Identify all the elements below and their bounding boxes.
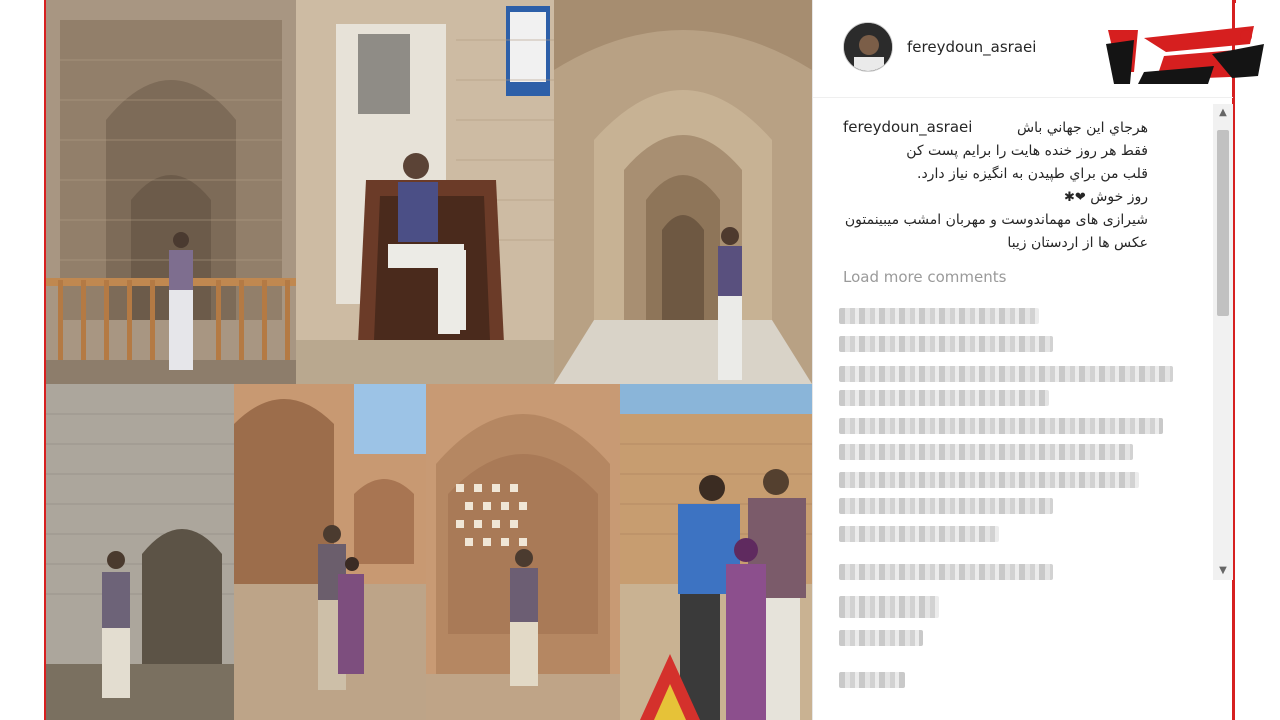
- collage-photo-group[interactable]: [620, 384, 812, 720]
- blurred-comment: [839, 564, 1053, 580]
- collage-photo-lattice-arch[interactable]: [426, 384, 620, 720]
- caption-line-4-text: روز خوش: [1090, 189, 1148, 205]
- handshake-icon: ❤✱: [1064, 190, 1086, 205]
- blurred-comment: [839, 630, 923, 646]
- collage-photo-seated[interactable]: [296, 0, 554, 384]
- caption-line-6: عکس ها از اردستان زيبا: [1007, 235, 1148, 251]
- collage-photo-brick-arch[interactable]: [46, 384, 234, 720]
- caption-line-5: شيرازی های مهماندوست و مهربان امشب ميبين…: [844, 212, 1148, 228]
- blurred-comment: [839, 308, 1039, 324]
- blurred-comment: [839, 418, 1163, 434]
- load-more-comments-link[interactable]: Load more comments: [843, 268, 1006, 286]
- blurred-comment: [839, 390, 1049, 406]
- left-margin: [0, 0, 46, 720]
- collage-photo-courtyard[interactable]: [234, 384, 426, 720]
- collage-photo-mihrab[interactable]: [46, 0, 296, 384]
- username-link[interactable]: fereydoun_asraei: [907, 38, 1036, 56]
- blurred-comment: [839, 672, 905, 688]
- caption-line-3: قلب من براي طپيدن به انگيزه نياز دارد.: [917, 166, 1148, 182]
- scrollbar-thumb[interactable]: [1217, 130, 1229, 316]
- comments-scrollbar[interactable]: ▲ ▼: [1213, 104, 1233, 580]
- blurred-comment: [839, 472, 1139, 488]
- blurred-comment: [839, 526, 999, 542]
- collage-photo-corridor[interactable]: [554, 0, 812, 384]
- site-logo: [1106, 26, 1264, 84]
- photo-collage[interactable]: [46, 0, 812, 720]
- instagram-post-panel: fereydoun_asraei fereydoun_asraei هرجاي …: [812, 0, 1233, 720]
- avatar[interactable]: [843, 22, 893, 72]
- avatar-image: [844, 23, 892, 71]
- blurred-comment: [839, 336, 1053, 352]
- caption-line-2: فقط هر روز خنده هايت را برايم پست كن: [906, 143, 1148, 159]
- caption-line-4: روز خوش ❤✱: [1064, 189, 1148, 205]
- blurred-comment: [839, 498, 1053, 514]
- blurred-comment: [839, 596, 939, 618]
- scroll-up-arrow-icon[interactable]: ▲: [1213, 104, 1233, 122]
- scroll-down-arrow-icon[interactable]: ▼: [1213, 562, 1233, 580]
- blurred-comment: [839, 366, 1173, 382]
- blurred-comment: [839, 444, 1133, 460]
- caption-username[interactable]: fereydoun_asraei: [843, 118, 972, 136]
- caption-line-1: هرجاي اين جهاني باش: [1017, 120, 1148, 136]
